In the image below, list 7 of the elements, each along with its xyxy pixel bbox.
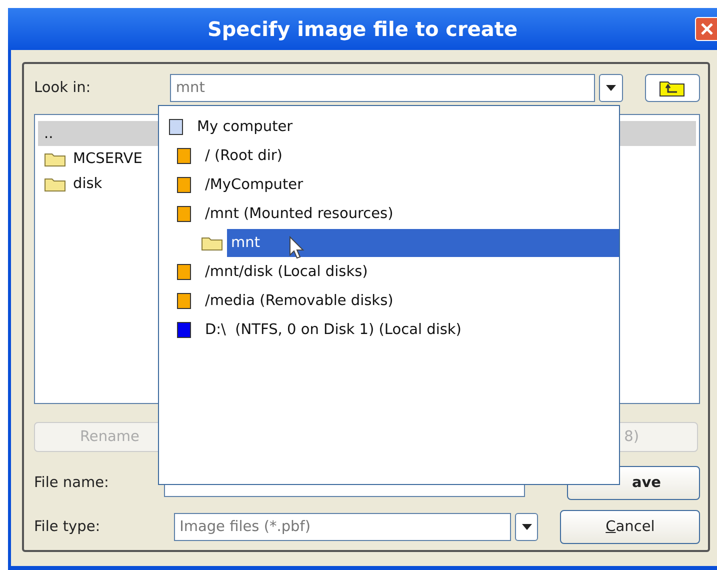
- file-name: disk: [73, 176, 102, 192]
- window-title: Specify image file to create: [207, 17, 518, 41]
- file-name: ..: [44, 126, 54, 142]
- look-in-label: Look in:: [34, 80, 92, 96]
- file-name-label: File name:: [34, 475, 110, 491]
- file-type-label: File type:: [34, 519, 102, 535]
- file-name: MCSERVE: [73, 150, 142, 166]
